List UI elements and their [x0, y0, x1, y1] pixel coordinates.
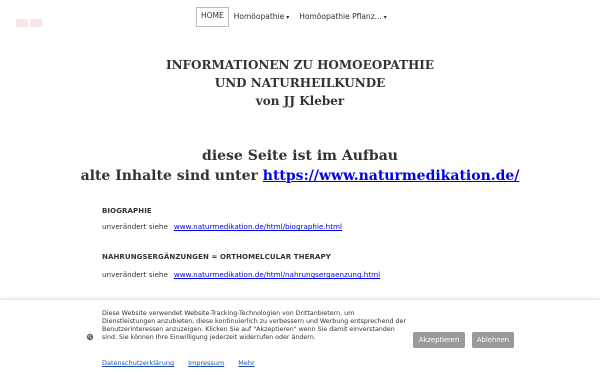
section-title-nahrungsergaenzungen: NAHRUNGSERGÄNZUNGEN = ORTHOMELCULAR THER…: [102, 253, 331, 261]
nav-item-homoeopathie[interactable]: Homöopathie ▾: [229, 8, 294, 26]
nav-item-homoeopathie-pflanzen[interactable]: Homöopathie Pflanz... ▾: [294, 8, 392, 26]
notice-prefix: alte Inhalte sind unter: [80, 168, 263, 184]
notice-line-1: diese Seite ist im Aufbau: [202, 148, 398, 164]
imprint-link[interactable]: Impressum: [188, 359, 224, 367]
cookie-icon: [86, 333, 94, 341]
nav-item-label: Homöopathie Pflanz...: [299, 12, 382, 21]
top-navigation-bar: HOME Homöopathie ▾ Homöopathie Pflanz... ▾: [0, 0, 600, 32]
nahrungsergaenzung-link[interactable]: www.naturmedikation.de/html/nahrungserga…: [174, 270, 380, 279]
notice-line-2: alte Inhalte sind unter https://www.natu…: [0, 166, 600, 186]
naturmedikation-link[interactable]: https://www.naturmedikation.de/: [263, 168, 520, 184]
accept-button[interactable]: Akzeptieren: [413, 332, 465, 348]
nav-item-label: HOME: [201, 11, 224, 20]
section-prefix: unverändert siehe: [102, 222, 168, 231]
language-flag-icon[interactable]: [16, 12, 44, 27]
section-prefix: unverändert siehe: [102, 270, 168, 279]
chevron-down-icon: ▾: [286, 14, 290, 21]
privacy-policy-link[interactable]: Datenschutzerklärung: [102, 359, 174, 367]
section-line-nahrungsergaenzungen: unverändert siehe www.naturmedikation.de/…: [102, 270, 380, 279]
nav-item-home[interactable]: HOME: [196, 7, 229, 27]
more-link[interactable]: Mehr: [238, 359, 254, 367]
chevron-down-icon: ▾: [383, 14, 387, 21]
nav-item-label: Homöopathie: [233, 12, 285, 21]
page-title-line-2: UND NATURHEILKUNDE: [214, 76, 386, 90]
biographie-link[interactable]: www.naturmedikation.de/html/biographie.h…: [174, 222, 342, 231]
cookie-links: Datenschutzerklärung Impressum Mehr: [102, 359, 255, 367]
main-nav: HOME Homöopathie ▾ Homöopathie Pflanz... ▾: [196, 7, 392, 27]
cookie-text: Diese Website verwendet Website-Tracking…: [102, 310, 406, 342]
section-line-biographie: unverändert siehe www.naturmedikation.de/…: [102, 222, 342, 231]
cookie-banner: Diese Website verwendet Website-Tracking…: [0, 300, 600, 375]
reject-button[interactable]: Ablehnen: [472, 332, 514, 348]
section-title-biographie: BIOGRAPHIE: [102, 207, 152, 215]
page-title-line-3: von JJ Kleber: [255, 94, 345, 108]
page-title-line-1: INFORMATIONEN ZU HOMOEOPATHIE: [165, 58, 435, 72]
